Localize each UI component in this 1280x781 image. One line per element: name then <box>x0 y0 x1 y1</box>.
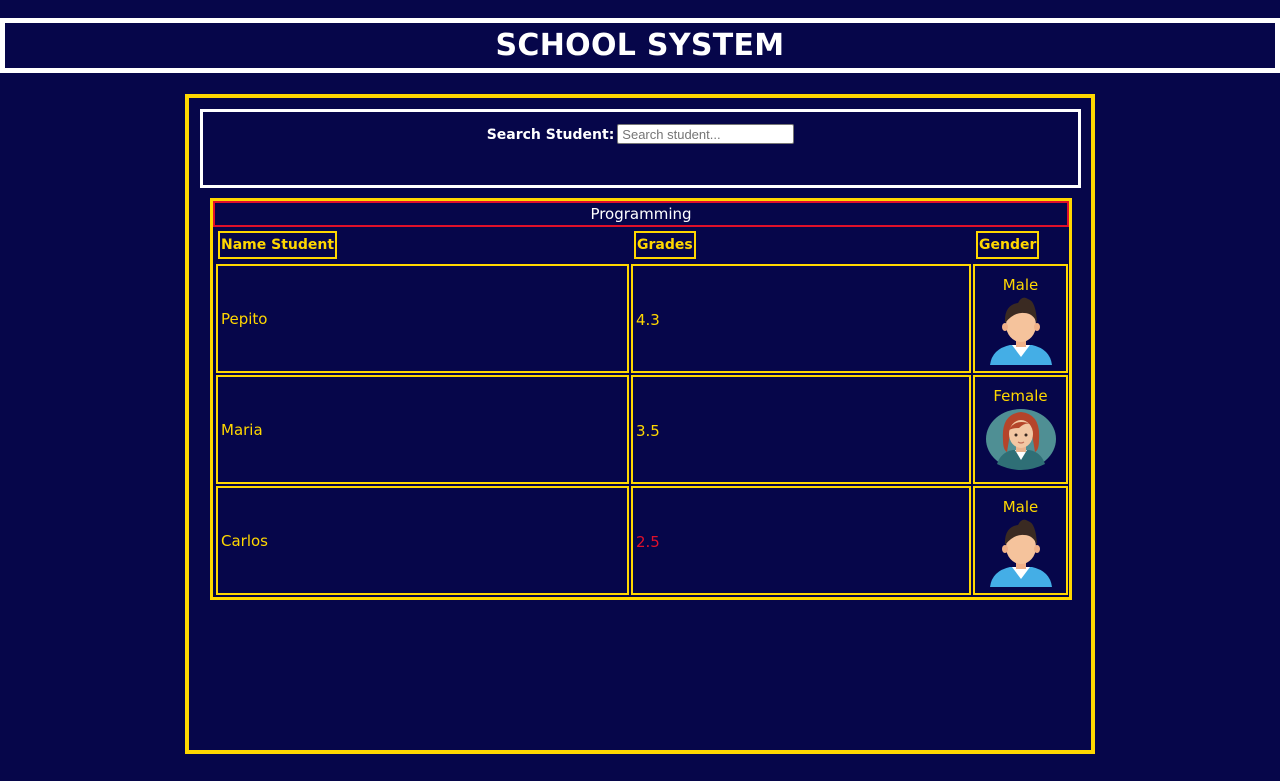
table-cell-gender: Male <box>973 264 1068 373</box>
page-title: SCHOOL SYSTEM <box>495 28 785 63</box>
search-input[interactable] <box>617 124 795 144</box>
male-avatar-icon <box>988 295 1054 365</box>
table-cell-name: Maria <box>216 375 629 484</box>
table-cell-grade: 2.5 <box>631 486 971 595</box>
table-cell-gender: Male <box>973 486 1068 595</box>
table-cell-grade: 4.3 <box>631 264 971 373</box>
students-table: Programming Name Student Grades Gender P… <box>210 198 1072 600</box>
column-header-gender: Gender <box>976 231 1040 259</box>
male-avatar-icon <box>988 517 1054 587</box>
header-bar: SCHOOL SYSTEM <box>0 18 1280 73</box>
search-box: Search Student: <box>200 109 1081 188</box>
gender-label: Male <box>1002 276 1039 294</box>
search-label: Search Student: <box>486 127 615 143</box>
table-caption: Programming <box>213 201 1069 227</box>
gender-label: Male <box>1002 498 1039 516</box>
table-cell-grade: 3.5 <box>631 375 971 484</box>
table-cell-name: Carlos <box>216 486 629 595</box>
column-header-name: Name Student <box>218 231 338 259</box>
female-avatar-icon <box>985 406 1057 472</box>
table-cell-name: Pepito <box>216 264 629 373</box>
table-cell-gender: Female <box>973 375 1068 484</box>
column-header-grades: Grades <box>634 231 696 259</box>
gender-label: Female <box>993 387 1048 405</box>
